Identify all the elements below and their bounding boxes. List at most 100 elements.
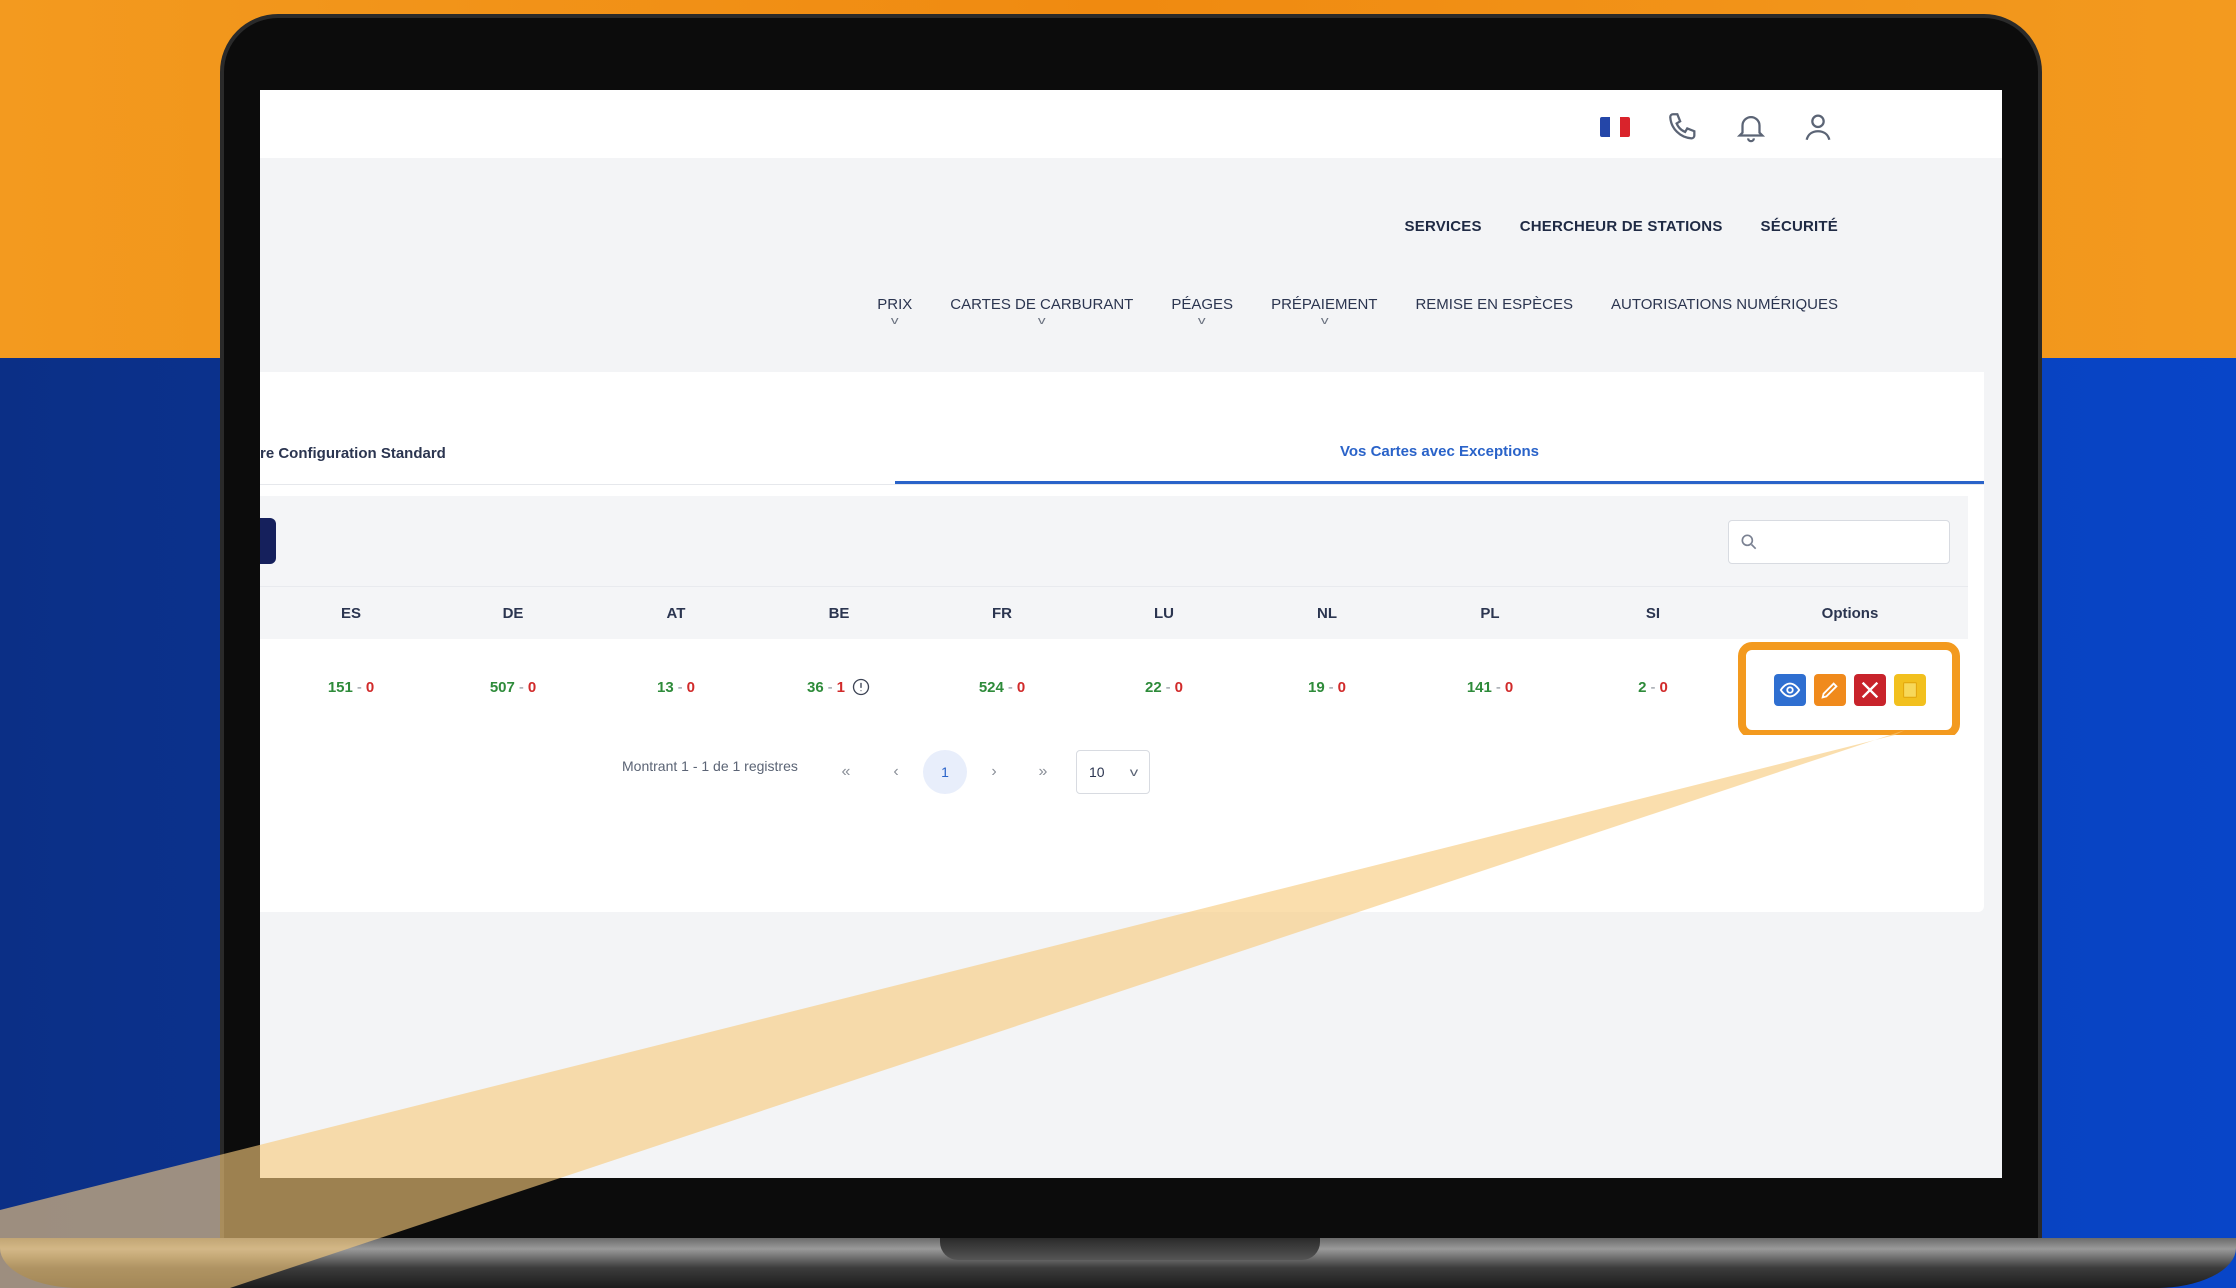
nav-label: PÉAGES [1171, 296, 1234, 313]
laptop-notch [940, 1238, 1320, 1260]
cell-fr: 524-0 [932, 639, 1072, 735]
page-1-button[interactable]: 1 [923, 750, 967, 794]
cell-si: 2-0 [1583, 639, 1723, 735]
ko-count: 0 [1016, 678, 1026, 696]
separator: - [518, 678, 524, 696]
col-at: AT [666, 604, 686, 622]
nav-autorisations[interactable]: AUTORISATIONS NUMÉRIQUES [1611, 296, 1838, 313]
ok-count: 13 [656, 678, 674, 696]
col-si: SI [1645, 604, 1661, 622]
cell-nl: 19-0 [1257, 639, 1397, 735]
ok-count: 19 [1307, 678, 1325, 696]
last-page-button[interactable]: » [1021, 750, 1065, 794]
separator: - [827, 678, 833, 696]
ok-count: 507 [489, 678, 515, 696]
separator: - [356, 678, 362, 696]
top-bar [260, 90, 2002, 158]
cell-at: 13-0 [606, 639, 746, 735]
separator: - [1650, 678, 1656, 696]
action-button[interactable] [260, 518, 276, 564]
pagination-summary: Montrant 1 - 1 de 1 registres [622, 758, 798, 774]
prev-page-button[interactable]: ‹ [874, 750, 918, 794]
nav-label: AUTORISATIONS NUMÉRIQUES [1611, 296, 1838, 313]
view-button[interactable] [1774, 674, 1806, 706]
col-fr: FR [992, 604, 1012, 622]
first-page-button[interactable]: « [824, 750, 868, 794]
page-size-value: 10 [1089, 764, 1105, 780]
sub-nav: PRIX v CARTES DE CARBURANT v PÉAGES v PR… [877, 296, 1838, 327]
col-lu: LU [1154, 604, 1174, 622]
french-flag-icon[interactable] [1600, 117, 1630, 137]
ok-count: 22 [1144, 678, 1162, 696]
ko-count: 1 [836, 678, 846, 696]
cell-lu: 22-0 [1094, 639, 1234, 735]
ok-count: 524 [978, 678, 1004, 696]
col-nl: NL [1317, 604, 1337, 622]
card-header-strip [260, 372, 1984, 423]
pencil-icon [1821, 682, 1838, 699]
close-icon [1861, 681, 1879, 699]
cell-be: 36-1 [769, 639, 909, 735]
exception-info-icon[interactable] [851, 677, 871, 697]
separator: - [677, 678, 683, 696]
delete-button[interactable] [1854, 674, 1886, 706]
separator: - [1495, 678, 1501, 696]
nav-peages[interactable]: PÉAGES v [1171, 296, 1233, 327]
chevron-down-icon: v [1198, 315, 1207, 327]
user-icon[interactable] [1801, 110, 1835, 144]
search-input[interactable] [1767, 527, 1941, 559]
tab-standard-config[interactable]: re Configuration Standard [260, 422, 895, 484]
nav-label: PRÉPAIEMENT [1271, 296, 1378, 313]
ko-count: 0 [1659, 678, 1668, 696]
chevron-down-icon: v [890, 315, 899, 327]
cell-de: 507-0 [443, 639, 583, 735]
main-nav: SERVICES CHERCHEUR DE STATIONS SÉCURITÉ [1405, 218, 1838, 235]
search-box[interactable] [1728, 520, 1950, 564]
tab-bar: re Configuration Standard Vos Cartes ave… [260, 422, 1984, 485]
table-header: ES DE AT BE FR LU NL PL SI Options [260, 586, 1968, 640]
cell-pl: 141-0 [1420, 639, 1560, 735]
options-highlight [1738, 642, 1960, 738]
separator: - [1165, 678, 1171, 696]
nav-security[interactable]: SÉCURITÉ [1761, 218, 1838, 235]
ko-count: 0 [1337, 678, 1347, 696]
ok-count: 2 [1638, 678, 1647, 696]
col-es: ES [340, 604, 361, 622]
ko-count: 0 [527, 678, 537, 696]
col-be: BE [828, 604, 850, 622]
note-button[interactable] [1894, 674, 1926, 706]
chevron-down-icon: v [1129, 765, 1139, 779]
ko-count: 0 [365, 678, 375, 696]
table-row[interactable]: 151-0 507-0 13-0 36-1 524-0 22-0 19-0 14… [260, 639, 1968, 736]
col-de: DE [502, 604, 524, 622]
separator: - [1328, 678, 1334, 696]
ko-count: 0 [686, 678, 696, 696]
col-options: Options [1821, 604, 1879, 622]
table-toolbar [260, 496, 1968, 586]
nav-cartes-carburant[interactable]: CARTES DE CARBURANT v [950, 296, 1133, 327]
ok-count: 36 [806, 678, 824, 696]
nav-station-finder[interactable]: CHERCHEUR DE STATIONS [1520, 218, 1723, 235]
page-size-select[interactable]: 10 v [1076, 750, 1150, 794]
col-pl: PL [1480, 604, 1500, 622]
tab-cards-exceptions[interactable]: Vos Cartes avec Exceptions [895, 422, 1984, 484]
nav-prepaiement[interactable]: PRÉPAIEMENT v [1271, 296, 1377, 327]
chevron-down-icon: v [1037, 315, 1046, 327]
app-screen: SERVICES CHERCHEUR DE STATIONS SÉCURITÉ … [260, 90, 2002, 1178]
phone-icon[interactable] [1666, 110, 1700, 144]
ko-count: 0 [1504, 678, 1514, 696]
nav-services[interactable]: SERVICES [1405, 218, 1482, 235]
cell-es: 151-0 [281, 639, 421, 735]
nav-label: PRIX [877, 296, 913, 313]
nav-remise-especes[interactable]: REMISE EN ESPÈCES [1415, 296, 1573, 313]
chevron-down-icon: v [1320, 315, 1329, 327]
nav-label: REMISE EN ESPÈCES [1415, 296, 1574, 313]
ok-count: 141 [1466, 678, 1492, 696]
next-page-button[interactable]: › [972, 750, 1016, 794]
ok-count: 151 [327, 678, 353, 696]
note-icon [1903, 682, 1917, 698]
edit-button[interactable] [1814, 674, 1846, 706]
separator: - [1007, 678, 1013, 696]
nav-prix[interactable]: PRIX v [877, 296, 912, 327]
bell-icon[interactable] [1734, 110, 1768, 144]
